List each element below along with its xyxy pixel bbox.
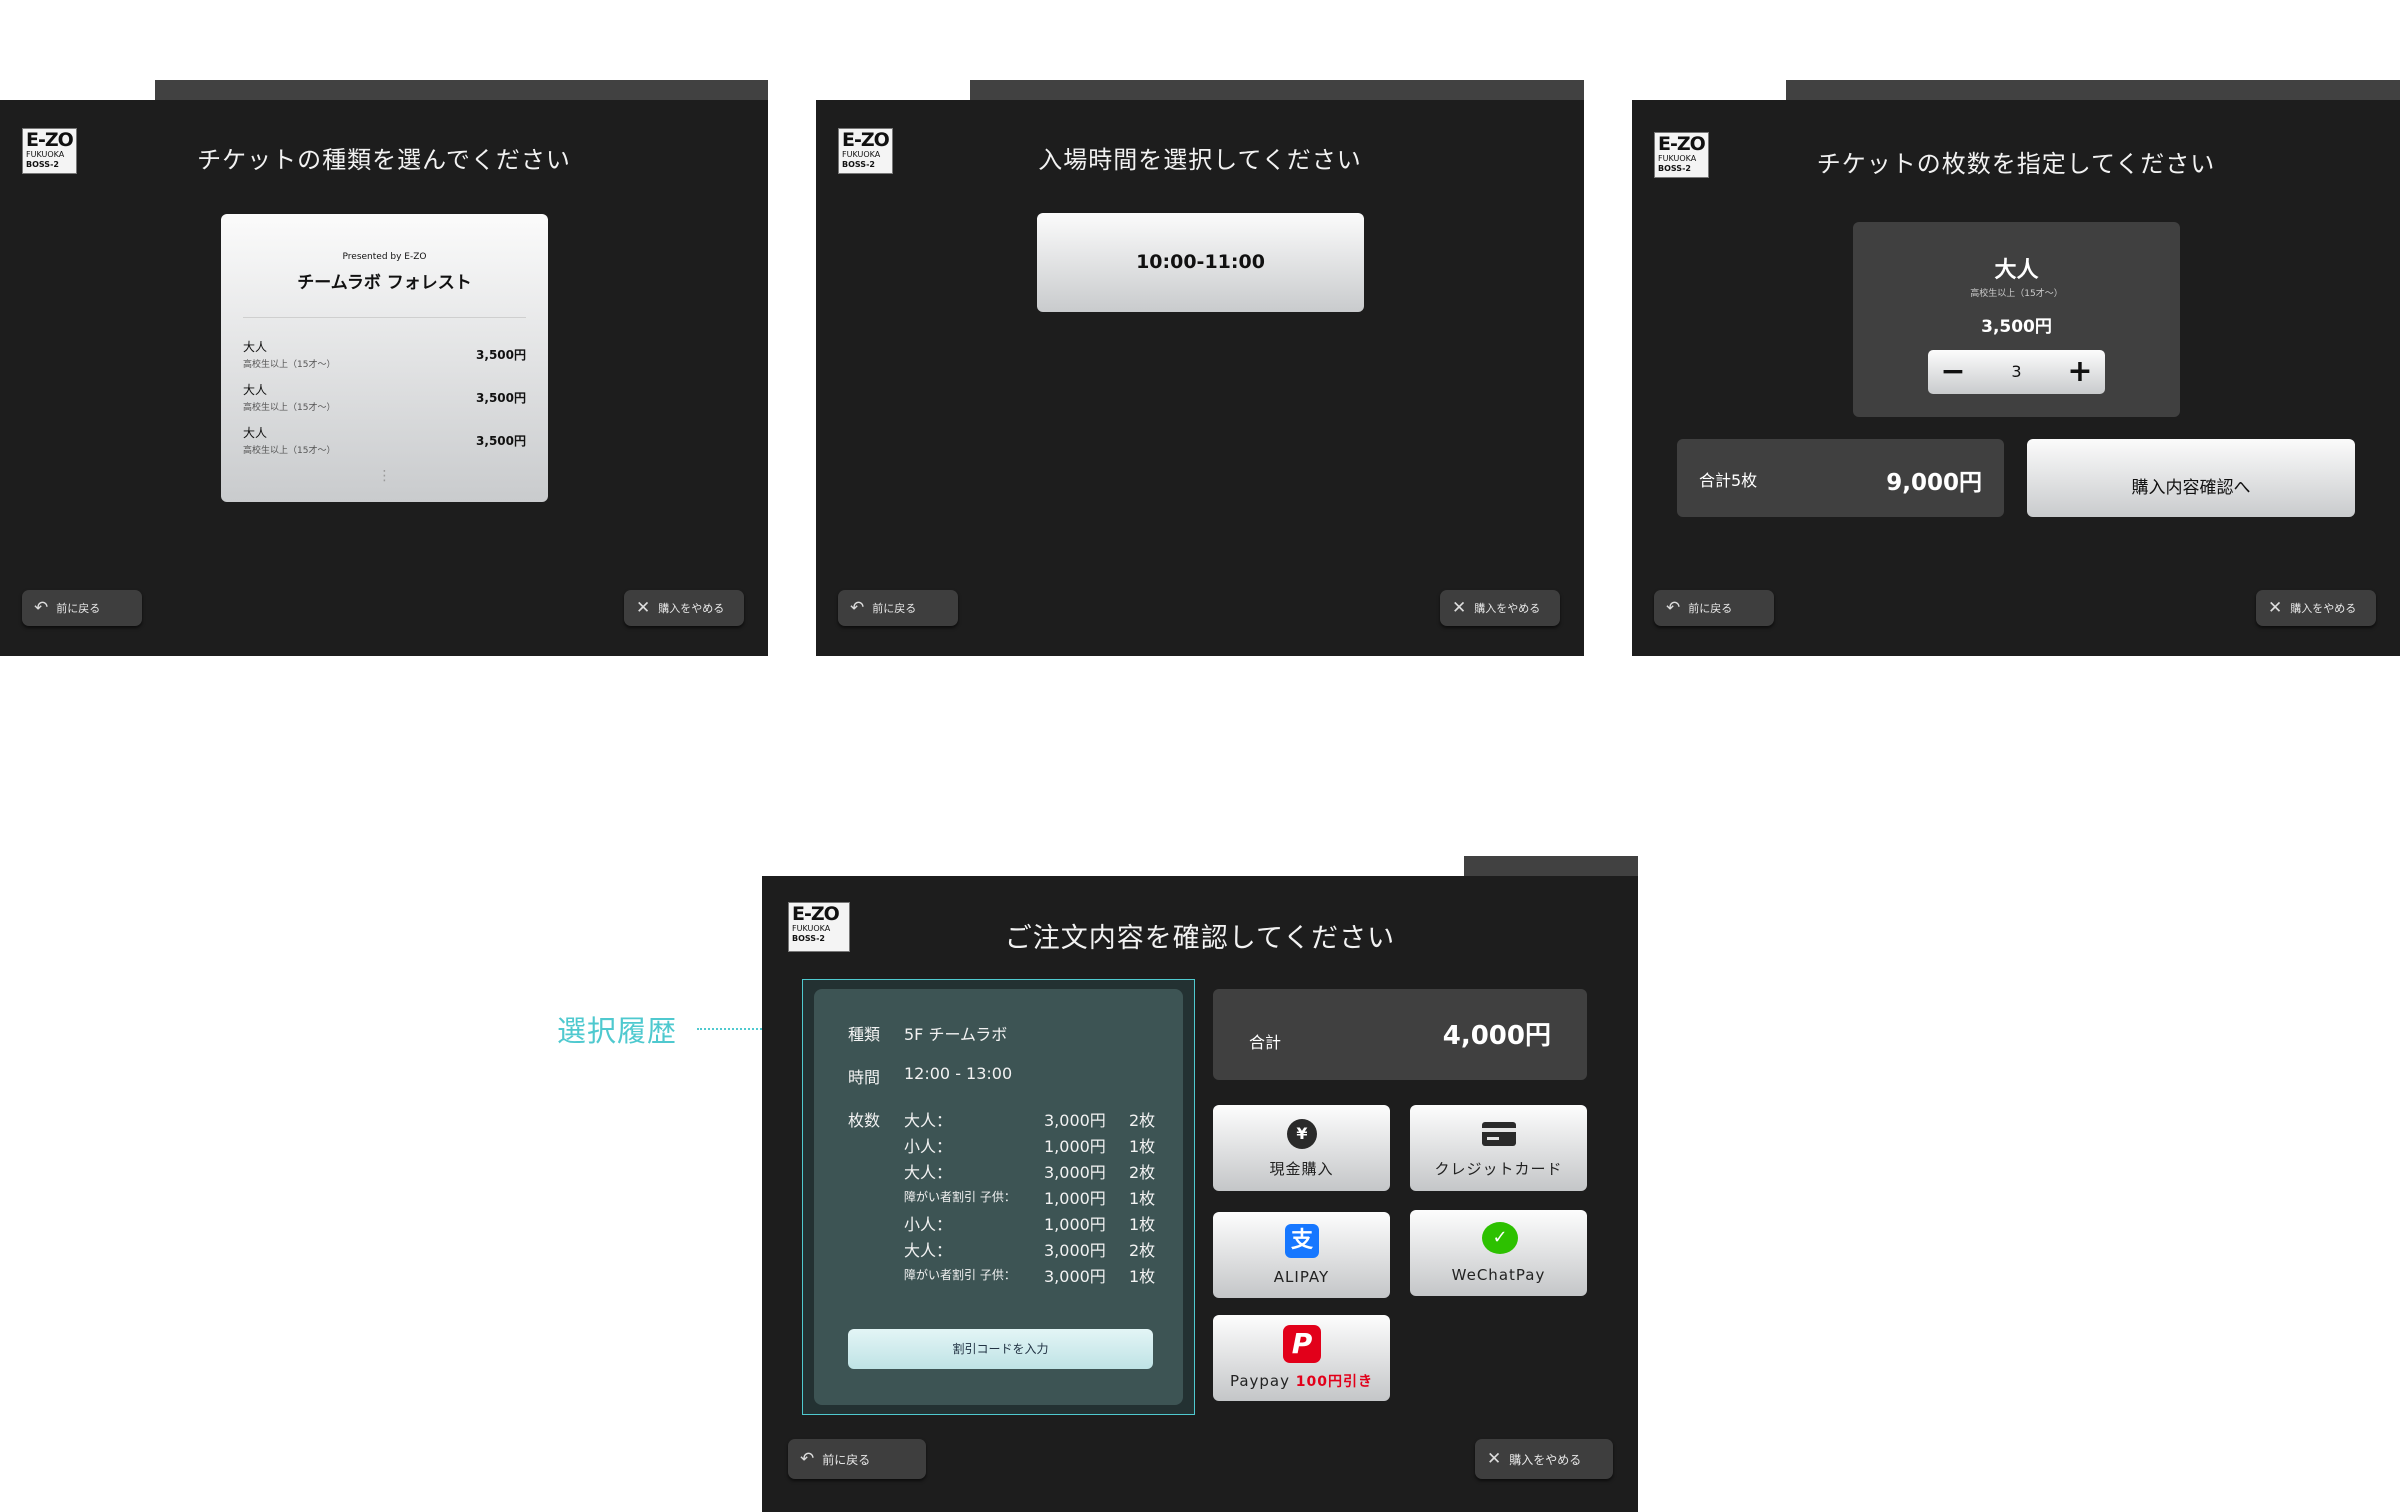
wechat-icon: ✓: [1482, 1222, 1518, 1254]
back-button[interactable]: ↶ 前に戻る: [788, 1439, 926, 1479]
close-icon: ✕: [636, 598, 651, 618]
count-label: 枚数: [848, 1111, 881, 1130]
kind-value: 5F チームラボ: [904, 1025, 1008, 1044]
credit-card-icon: [1482, 1122, 1516, 1146]
total-panel: 合計5枚 9,000円: [1677, 439, 2004, 517]
cancel-button[interactable]: ✕ 購入をやめる: [624, 590, 744, 626]
plus-button[interactable]: +: [2065, 352, 2095, 392]
total-count: 合計5枚: [1699, 471, 1758, 490]
alipay-button[interactable]: 支 ALIPAY: [1213, 1212, 1390, 1298]
quantity-stepper: − 3 +: [1928, 350, 2105, 394]
close-icon: ✕: [1452, 598, 1467, 618]
paypay-icon: P: [1283, 1325, 1321, 1363]
alipay-icon: 支: [1285, 1224, 1319, 1258]
yen-icon: ¥: [1287, 1119, 1317, 1149]
card-ticket-name: チームラボ フォレスト: [297, 273, 472, 293]
total-panel: 合計 4,000円: [1213, 989, 1587, 1080]
ticket-sub: 高校生以上（15才〜）: [1970, 289, 2063, 299]
time-slot-button[interactable]: 10:00-11:00: [1037, 213, 1364, 312]
undo-icon: ↶: [34, 598, 49, 618]
total-label: 合計: [1249, 1033, 1282, 1052]
screen-order-confirm: E-ZO FUKUOKA BOSS-2 ご注文内容を確認してください 種類 5F…: [762, 876, 1638, 1512]
cash-payment-button[interactable]: ¥ 現金購入: [1213, 1105, 1390, 1191]
back-button[interactable]: ↶ 前に戻る: [22, 590, 142, 626]
close-icon: ✕: [2268, 598, 2283, 618]
back-button[interactable]: ↶ 前に戻る: [838, 590, 958, 626]
discount-code-button[interactable]: 割引コードを入力: [848, 1329, 1153, 1369]
page-title: チケットの枚数を指定してください: [1816, 150, 2216, 178]
cancel-button[interactable]: ✕ 購入をやめる: [2256, 590, 2376, 626]
price-row: 大人 高校生以上（15才〜） 3,500円: [243, 426, 526, 456]
price-row: 大人 高校生以上（15才〜） 3,500円: [243, 340, 526, 370]
price-row: 大人 高校生以上（15才〜） 3,500円: [243, 383, 526, 413]
cancel-button[interactable]: ✕ 購入をやめる: [1475, 1439, 1613, 1479]
ticket-name: 大人: [1994, 258, 2039, 283]
screen-ticket-count: E-ZO FUKUOKA BOSS-2 チケットの枚数を指定してください 大人 …: [1632, 100, 2400, 656]
screen-time-slot: E-ZO FUKUOKA BOSS-2 入場時間を選択してください 10:00-…: [816, 100, 1584, 656]
card-divider: [243, 317, 526, 318]
annotation-label: 選択履歴: [557, 1014, 678, 1048]
screen2-top-tab: [970, 80, 1584, 100]
screen3-top-tab: [1786, 80, 2400, 100]
undo-icon: ↶: [800, 1449, 815, 1469]
time-value: 12:00 - 13:00: [904, 1064, 1013, 1083]
screen1-top-tab: [155, 80, 768, 100]
time-label: 時間: [848, 1068, 881, 1087]
total-value: 4,000円: [1442, 1021, 1551, 1051]
ticket-count-panel: 大人 高校生以上（15才〜） 3,500円 − 3 +: [1853, 222, 2180, 417]
order-summary-panel: 種類 5F チームラボ 時間 12:00 - 13:00 枚数 大人： 3,000…: [814, 989, 1183, 1405]
screen4-top-tab: [1464, 856, 1638, 876]
more-indicator: ⋮: [377, 468, 392, 484]
ticket-type-card[interactable]: Presented by E-ZO チームラボ フォレスト 大人 高校生以上（1…: [221, 214, 548, 502]
undo-icon: ↶: [850, 598, 865, 618]
kind-label: 種類: [848, 1025, 881, 1044]
card-presented-by: Presented by E-ZO: [342, 252, 427, 262]
close-icon: ✕: [1487, 1449, 1502, 1469]
page-title: チケットの種類を選んでください: [197, 146, 571, 174]
undo-icon: ↶: [1666, 598, 1681, 618]
total-price: 9,000円: [1886, 470, 1982, 496]
paypay-button[interactable]: P Paypay 100円引き: [1213, 1315, 1390, 1401]
page-title: 入場時間を選択してください: [1038, 146, 1362, 174]
back-button[interactable]: ↶ 前に戻る: [1654, 590, 1774, 626]
page-title: ご注文内容を確認してください: [1004, 923, 1396, 954]
ticket-price: 3,500円: [1981, 317, 2052, 337]
credit-card-button[interactable]: クレジットカード: [1410, 1105, 1587, 1191]
confirm-button[interactable]: 購入内容確認へ: [2027, 439, 2355, 517]
wechat-pay-button[interactable]: ✓ WeChatPay: [1410, 1210, 1587, 1296]
cancel-button[interactable]: ✕ 購入をやめる: [1440, 590, 1560, 626]
screen-ticket-type: E-ZO FUKUOKA BOSS-2 チケットの種類を選んでください Pres…: [0, 100, 768, 656]
